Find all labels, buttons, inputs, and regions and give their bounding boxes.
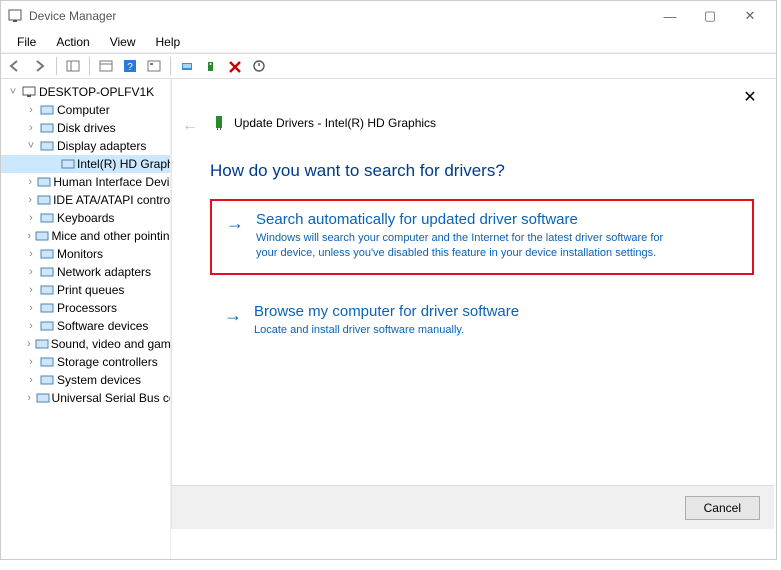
category-icon xyxy=(35,228,49,244)
category-icon xyxy=(36,390,50,406)
tree-item[interactable]: ›Universal Serial Bus controllers xyxy=(1,389,170,407)
dialog-back-button[interactable]: ← xyxy=(182,117,198,135)
uninstall-device-button[interactable] xyxy=(224,56,246,76)
expand-icon[interactable]: › xyxy=(25,284,37,296)
properties-button[interactable] xyxy=(95,56,117,76)
option-title: Search automatically for updated driver … xyxy=(256,211,686,228)
category-icon xyxy=(39,210,55,226)
category-icon xyxy=(39,318,55,334)
svg-text:?: ? xyxy=(127,62,133,73)
close-button[interactable]: ✕ xyxy=(730,2,770,30)
show-hide-tree-button[interactable] xyxy=(62,56,84,76)
scan-hardware-button[interactable] xyxy=(176,56,198,76)
update-drivers-dialog: ✕ ← Update Drivers - Intel(R) HD Graphic… xyxy=(171,79,774,529)
minimize-button[interactable]: — xyxy=(650,2,690,30)
category-icon xyxy=(39,372,55,388)
category-icon xyxy=(37,192,51,208)
titlebar: Device Manager — ▢ ✕ xyxy=(1,1,776,31)
category-icon xyxy=(39,282,55,298)
option-title: Browse my computer for driver software xyxy=(254,303,519,320)
tree-item[interactable]: ›Monitors xyxy=(1,245,170,263)
menubar: File Action View Help xyxy=(1,31,776,53)
tree-root[interactable]: ˅ DESKTOP-OPLFV1K xyxy=(1,83,170,101)
cancel-button[interactable]: Cancel xyxy=(685,496,760,520)
nav-forward-button[interactable] xyxy=(29,56,51,76)
expand-icon[interactable]: › xyxy=(25,302,37,314)
expand-icon[interactable]: › xyxy=(25,176,35,188)
dialog-question: How do you want to search for drivers? xyxy=(172,131,774,199)
tree-item[interactable]: ›IDE ATA/ATAPI controllers xyxy=(1,191,170,209)
tree-item[interactable]: ›Disk drives xyxy=(1,119,170,137)
tree-item[interactable]: ›Sound, video and game controllers xyxy=(1,335,170,353)
menu-file[interactable]: File xyxy=(7,33,46,51)
tree-item[interactable]: ›Network adapters xyxy=(1,263,170,281)
category-icon xyxy=(39,264,55,280)
expand-icon[interactable]: › xyxy=(25,374,37,386)
expand-icon[interactable]: › xyxy=(25,194,35,206)
arrow-icon: → xyxy=(226,211,244,261)
dialog-title: Update Drivers - Intel(R) HD Graphics xyxy=(172,79,774,131)
expand-icon[interactable]: › xyxy=(25,320,37,332)
disable-device-button[interactable] xyxy=(248,56,270,76)
device-manager-window: Device Manager — ▢ ✕ File Action View He… xyxy=(0,0,777,560)
category-icon xyxy=(39,354,55,370)
collapse-icon[interactable]: ˅ xyxy=(7,86,19,98)
category-icon xyxy=(39,300,55,316)
tree-item[interactable]: ›Mice and other pointing devices xyxy=(1,227,170,245)
category-icon xyxy=(39,246,55,262)
expand-icon[interactable]: › xyxy=(25,212,37,224)
expand-icon[interactable]: ˅ xyxy=(25,140,37,152)
tree-item[interactable]: ›Software devices xyxy=(1,317,170,335)
tree-item[interactable]: ›Processors xyxy=(1,299,170,317)
dialog-footer: Cancel xyxy=(172,485,774,529)
arrow-icon: → xyxy=(224,303,242,338)
expand-icon[interactable]: › xyxy=(25,230,33,242)
help-button[interactable]: ? xyxy=(119,56,141,76)
expand-icon[interactable]: › xyxy=(25,248,37,260)
tree-item[interactable]: ˅Display adapters xyxy=(1,137,170,155)
expand-icon[interactable]: › xyxy=(25,266,37,278)
maximize-button[interactable]: ▢ xyxy=(690,2,730,30)
option-desc: Windows will search your computer and th… xyxy=(256,231,686,261)
device-tree[interactable]: ˅ DESKTOP-OPLFV1K ›Computer›Disk drives˅… xyxy=(1,79,171,559)
refresh-button[interactable] xyxy=(143,56,165,76)
option-browse-computer[interactable]: → Browse my computer for driver software… xyxy=(210,293,754,350)
expand-icon[interactable]: › xyxy=(25,104,37,116)
option-search-automatically[interactable]: → Search automatically for updated drive… xyxy=(210,199,754,275)
category-icon xyxy=(39,120,55,136)
category-icon xyxy=(37,174,51,190)
menu-help[interactable]: Help xyxy=(146,33,191,51)
option-desc: Locate and install driver software manua… xyxy=(254,323,519,338)
tree-item[interactable]: ›System devices xyxy=(1,371,170,389)
tree-item[interactable]: ›Keyboards xyxy=(1,209,170,227)
category-icon xyxy=(35,336,49,352)
category-icon xyxy=(39,138,55,154)
expand-icon[interactable]: › xyxy=(25,356,37,368)
dialog-close-button[interactable]: ✕ xyxy=(738,87,762,111)
nav-back-button[interactable] xyxy=(5,56,27,76)
toolbar: ? xyxy=(1,53,776,79)
device-icon xyxy=(61,156,75,172)
tree-item[interactable]: ›Computer xyxy=(1,101,170,119)
expand-icon[interactable]: › xyxy=(25,392,34,404)
category-icon xyxy=(39,102,55,118)
update-driver-button[interactable] xyxy=(200,56,222,76)
tree-item[interactable]: ›Print queues xyxy=(1,281,170,299)
app-icon xyxy=(7,8,23,24)
expand-icon[interactable]: › xyxy=(25,338,33,350)
computer-icon xyxy=(21,84,37,100)
expand-icon[interactable]: › xyxy=(25,122,37,134)
tree-item[interactable]: ›Human Interface Devices xyxy=(1,173,170,191)
window-title: Device Manager xyxy=(29,9,116,23)
tree-item[interactable]: ›Storage controllers xyxy=(1,353,170,371)
device-icon xyxy=(212,115,226,131)
tree-item-selected[interactable]: Intel(R) HD Graphics xyxy=(1,155,170,173)
menu-action[interactable]: Action xyxy=(46,33,99,51)
menu-view[interactable]: View xyxy=(100,33,146,51)
